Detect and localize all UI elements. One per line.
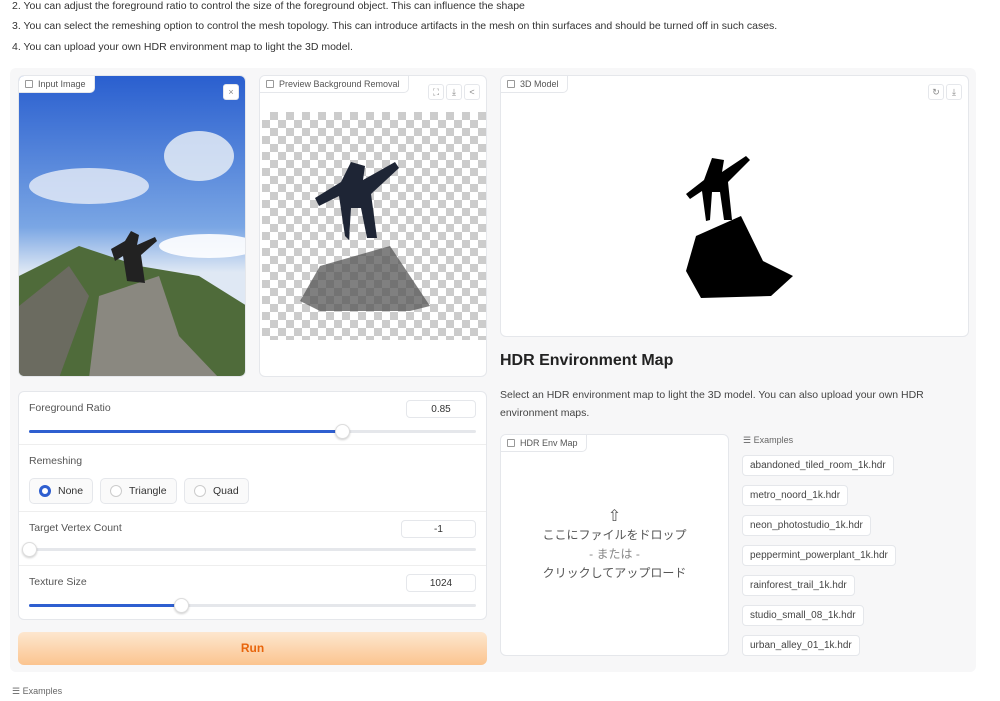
click-upload-text: クリックしてアップロード <box>542 566 687 580</box>
input-photo <box>19 76 245 376</box>
vertex-count-slider[interactable] <box>22 542 476 557</box>
examples-label[interactable]: ☰ Examples <box>12 686 62 697</box>
or-text: - または - <box>589 547 640 561</box>
radio-quad[interactable]: Quad <box>184 478 249 504</box>
share-icon[interactable]: < <box>464 84 480 100</box>
hdr-example-item[interactable]: peppermint_powerplant_1k.hdr <box>742 545 896 566</box>
slider-thumb[interactable] <box>173 598 189 613</box>
upload-icon: ⇧ <box>607 508 622 525</box>
texture-size-slider[interactable] <box>29 598 476 613</box>
list-icon: ☰ <box>12 686 23 696</box>
radio-triangle[interactable]: Triangle <box>100 478 177 504</box>
3d-model-label: 3D Model <box>520 79 559 89</box>
vertex-count-input[interactable]: -1 <box>401 520 476 538</box>
input-image-label: Input Image <box>38 79 86 89</box>
instruction-3: 3. You can select the remeshing option t… <box>12 20 778 32</box>
3d-model-render <box>686 156 793 298</box>
reset-view-icon[interactable]: ↻ <box>928 84 944 100</box>
drop-text: ここにファイルをドロップ <box>542 528 687 542</box>
close-button[interactable]: × <box>223 84 239 100</box>
preview-label: Preview Background Removal <box>279 79 400 89</box>
slider-thumb[interactable] <box>334 424 350 439</box>
hdr-examples-label: ☰ Examples <box>743 435 794 445</box>
image-icon <box>25 80 33 88</box>
settings-panel: Foreground Ratio 0.85 Remeshing None Tri… <box>18 391 487 620</box>
foreground-object <box>300 162 430 311</box>
foreground-ratio-input[interactable]: 0.85 <box>406 400 476 418</box>
foreground-ratio-slider[interactable] <box>29 424 476 439</box>
foreground-ratio-label: Foreground Ratio <box>29 402 111 414</box>
download-icon[interactable]: ⤓ <box>446 84 462 100</box>
file-icon <box>507 439 515 447</box>
input-image[interactable]: Input Image × <box>18 75 246 377</box>
download-icon[interactable]: ⤓ <box>946 84 962 100</box>
hdr-example-item[interactable]: rainforest_trail_1k.hdr <box>742 575 855 596</box>
hdr-description: Select an HDR environment map to light t… <box>500 389 924 419</box>
file-icon <box>507 80 515 88</box>
3d-model-viewer[interactable]: 3D Model ↻ ⤓ <box>500 75 969 337</box>
image-icon <box>266 80 274 88</box>
hdr-example-item[interactable]: urban_alley_01_1k.hdr <box>742 635 860 656</box>
texture-size-input[interactable]: 1024 <box>406 574 476 592</box>
list-icon: ☰ <box>743 435 754 445</box>
run-button[interactable]: Run <box>18 632 487 665</box>
hdr-example-item[interactable]: metro_noord_1k.hdr <box>742 485 849 506</box>
hdr-example-item[interactable]: neon_photostudio_1k.hdr <box>742 515 871 536</box>
instruction-2: 2. You can adjust the foreground ratio t… <box>12 0 525 12</box>
remeshing-label: Remeshing <box>29 455 83 467</box>
preview-background-removal: Preview Background Removal ⛶ ⤓ < <box>259 75 487 377</box>
fullscreen-icon[interactable]: ⛶ <box>428 84 444 100</box>
hdr-examples-list: abandoned_tiled_room_1k.hdr metro_noord_1… <box>742 455 942 665</box>
hdr-example-item[interactable]: studio_small_08_1k.hdr <box>742 605 864 626</box>
instruction-4: 4. You can upload your own HDR environme… <box>12 41 353 53</box>
hdr-upload[interactable]: HDR Env Map ⇧ ここにファイルをドロップ - または - クリックし… <box>500 434 729 656</box>
texture-size-label: Texture Size <box>29 576 87 588</box>
hdr-example-item[interactable]: abandoned_tiled_room_1k.hdr <box>742 455 894 476</box>
hdr-title: HDR Environment Map <box>500 352 674 369</box>
vertex-count-label: Target Vertex Count <box>29 522 122 534</box>
hdr-upload-label: HDR Env Map <box>520 438 578 448</box>
slider-thumb[interactable] <box>22 542 37 557</box>
radio-none[interactable]: None <box>29 478 94 504</box>
